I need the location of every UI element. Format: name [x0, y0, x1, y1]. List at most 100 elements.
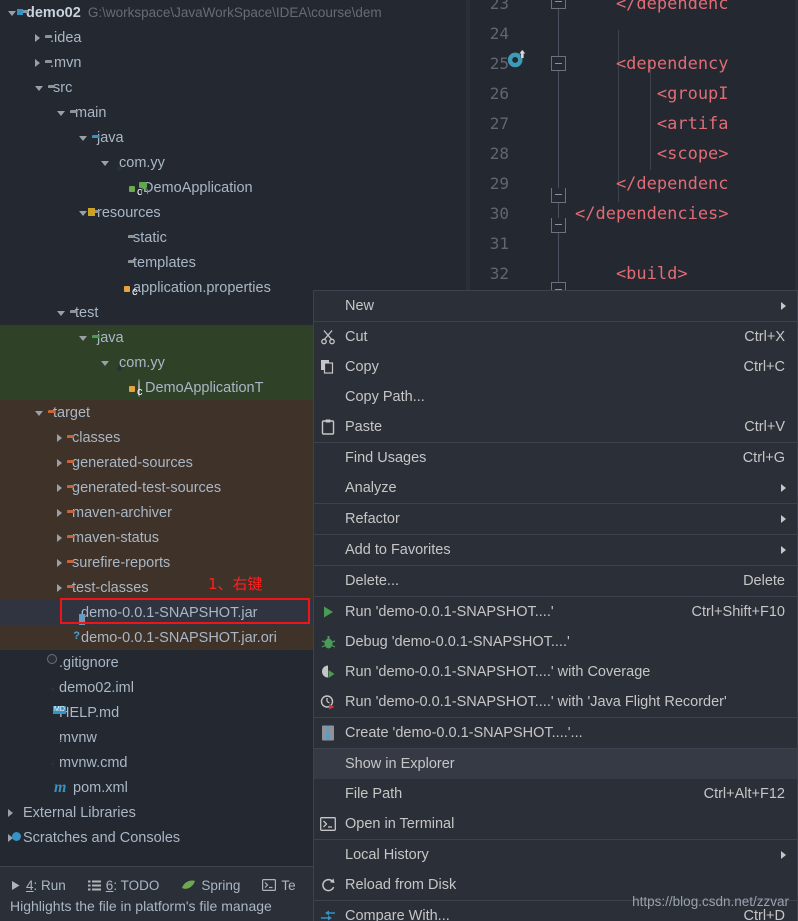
chevron-right-icon[interactable] [57, 533, 62, 542]
tree-item-demo02[interactable]: demo02 G:\workspace\JavaWorkSpace\IDEA\c… [0, 0, 470, 25]
tool-button-terminal[interactable]: Te [262, 878, 296, 893]
tree-item-label: .idea [50, 29, 82, 46]
tree-item-static[interactable]: static [0, 225, 470, 250]
chevron-right-icon[interactable] [8, 808, 13, 817]
tree-item-label: Scratches and Consoles [23, 829, 181, 846]
tree-item-main-java[interactable]: java [0, 125, 470, 150]
tool-button-todo[interactable]: 6: TODO [87, 877, 160, 893]
chevron-right-icon[interactable] [57, 433, 62, 442]
menu-item-debug[interactable]: Debug 'demo-0.0.1-SNAPSHOT....' [314, 627, 797, 657]
menu-item-new[interactable]: New [314, 291, 797, 321]
tree-item-com-yy[interactable]: com.yy [0, 150, 470, 175]
chevron-right-icon[interactable] [57, 583, 62, 592]
tree-item-templates[interactable]: templates [0, 250, 470, 275]
menu-item-run-with-jfr[interactable]: Run 'demo-0.0.1-SNAPSHOT....' with 'Java… [314, 687, 797, 717]
menu-item-find-usages[interactable]: Find Usages Ctrl+G [314, 443, 797, 473]
menu-item-show-in-explorer[interactable]: Show in Explorer [314, 749, 797, 779]
menu-item-run[interactable]: Run 'demo-0.0.1-SNAPSHOT....' Ctrl+Shift… [314, 597, 797, 627]
compare-icon [319, 907, 337, 921]
fold-marker-icon[interactable] [551, 0, 566, 9]
menu-item-copy[interactable]: Copy Ctrl+C [314, 352, 797, 382]
menu-item-run-with-coverage[interactable]: Run 'demo-0.0.1-SNAPSHOT....' with Cover… [314, 657, 797, 687]
fold-marker-icon[interactable] [551, 188, 566, 203]
tree-item-label: application.properties [133, 279, 271, 296]
menu-item-label: Add to Favorites [345, 542, 451, 558]
chevron-down-icon[interactable] [35, 86, 43, 91]
chevron-right-icon[interactable] [57, 508, 62, 517]
idea-window: </dependenc <dependency <groupI <artifa … [0, 0, 798, 921]
chevron-down-icon[interactable] [35, 411, 43, 416]
menu-item-shortcut: Ctrl+C [743, 359, 786, 375]
chevron-right-icon[interactable] [57, 458, 62, 467]
chevron-right-icon [781, 484, 786, 492]
menu-item-local-history[interactable]: Local History [314, 840, 797, 870]
tree-item-src[interactable]: src [0, 75, 470, 100]
tool-button-todo-label: : TODO [113, 877, 160, 893]
tree-item-label: External Libraries [23, 804, 136, 821]
menu-item-open-in-terminal[interactable]: Open in Terminal [314, 809, 797, 839]
tree-item-resources[interactable]: resources [0, 200, 470, 225]
tree-item-label: com.yy [119, 354, 165, 371]
menu-item-create-jar[interactable]: Create 'demo-0.0.1-SNAPSHOT....'... [314, 718, 797, 748]
tree-item-main[interactable]: main [0, 100, 470, 125]
menu-item-analyze[interactable]: Analyze [314, 473, 797, 503]
chevron-down-icon[interactable] [79, 136, 87, 141]
tree-item-label: demo-0.0.1-SNAPSHOT.jar.ori [81, 629, 277, 646]
menu-item-label: Compare With... [345, 908, 450, 921]
tree-item-label: test-classes [72, 579, 149, 596]
menu-item-cut[interactable]: Cut Ctrl+X [314, 322, 797, 352]
menu-item-add-to-favorites[interactable]: Add to Favorites [314, 535, 797, 565]
line-number: 24 [489, 24, 509, 43]
annotation-step-1: 1、右键 [208, 575, 263, 593]
chevron-right-icon[interactable] [57, 483, 62, 492]
chevron-down-icon[interactable] [79, 211, 87, 216]
line-number: 29 [489, 174, 509, 193]
chevron-right-icon[interactable] [35, 58, 40, 67]
chevron-right-icon [781, 515, 786, 523]
run-icon [319, 603, 337, 621]
maven-pom-icon: m [54, 778, 67, 796]
fold-marker-icon[interactable] [551, 218, 566, 233]
chevron-down-icon[interactable] [79, 336, 87, 341]
menu-item-label: Paste [345, 419, 383, 435]
tree-item-mvn[interactable]: .mvn [0, 50, 470, 75]
chevron-down-icon[interactable] [101, 161, 109, 166]
line-number: 27 [489, 114, 509, 133]
spring-boot-gutter-icon[interactable] [506, 48, 528, 70]
tree-item-label: static [133, 229, 167, 246]
tool-button-spring[interactable]: Spring [181, 878, 240, 893]
tool-button-spring-label: Spring [201, 877, 241, 893]
menu-item-refactor[interactable]: Refactor [314, 504, 797, 534]
menu-item-label: Open in Terminal [345, 816, 455, 832]
code-line: <groupI [575, 84, 729, 104]
fold-marker-icon[interactable] [551, 56, 566, 71]
tree-item-label: .mvn [50, 54, 82, 71]
code-line: </dependenc [575, 174, 729, 194]
chevron-down-icon[interactable] [57, 111, 65, 116]
menu-item-copy-path[interactable]: Copy Path... [314, 382, 797, 412]
chevron-down-icon[interactable] [101, 361, 109, 366]
chevron-right-icon[interactable] [57, 558, 62, 567]
menu-item-label: Run 'demo-0.0.1-SNAPSHOT....' with 'Java… [345, 694, 727, 710]
line-number: 23 [489, 0, 509, 13]
menu-item-label: File Path [345, 786, 403, 802]
tool-window-buttons: 4: Run 6: TODO Spring Te [10, 874, 296, 896]
tree-item-idea[interactable]: .idea [0, 25, 470, 50]
tree-item-label: classes [72, 429, 121, 446]
tree-item-demoapplication[interactable]: DemoApplication [0, 175, 470, 200]
chevron-down-icon[interactable] [57, 311, 65, 316]
tool-button-run[interactable]: 4: Run [10, 878, 66, 893]
context-menu[interactable]: New Cut Ctrl+X Copy Ctrl+C Copy Path... … [313, 290, 798, 921]
chevron-right-icon[interactable] [35, 33, 40, 42]
tree-item-label: demo02 [26, 4, 81, 21]
menu-item-label: Refactor [345, 511, 400, 527]
code-line: </dependenc [575, 0, 729, 14]
chevron-down-icon[interactable] [8, 11, 16, 16]
menu-item-label: Copy [345, 359, 379, 375]
menu-item-paste[interactable]: Paste Ctrl+V [314, 412, 797, 442]
chevron-right-icon [781, 302, 786, 310]
debug-icon [319, 633, 337, 651]
menu-item-delete[interactable]: Delete... Delete [314, 566, 797, 596]
tree-item-label: HELP.md [59, 704, 120, 721]
menu-item-file-path[interactable]: File Path Ctrl+Alt+F12 [314, 779, 797, 809]
